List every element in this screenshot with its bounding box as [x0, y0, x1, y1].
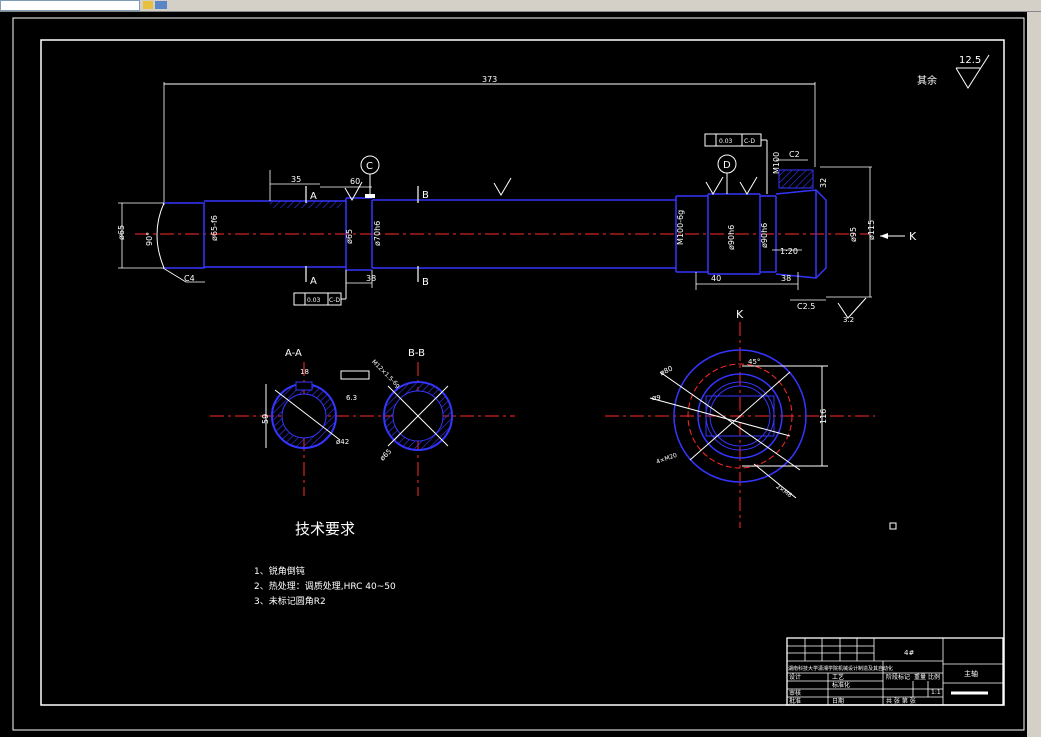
tech-item-3: 3、未标记圆角R2	[254, 595, 326, 607]
svg-text:ø65: ø65	[117, 225, 126, 240]
svg-text:比例: 比例	[928, 673, 940, 681]
general-roughness: 其余 12.5	[917, 54, 990, 89]
svg-text:日期: 日期	[832, 697, 844, 705]
layer-icon[interactable]	[155, 1, 167, 9]
svg-text:C-D: C-D	[744, 138, 755, 145]
svg-text:3.2: 3.2	[843, 316, 854, 324]
svg-text:1:20: 1:20	[780, 247, 798, 256]
svg-text:ø80: ø80	[659, 364, 674, 377]
svg-text:0.03: 0.03	[307, 297, 321, 304]
view-k: K 116 ø80 ø9 45° 4×M20 2×M8	[605, 308, 875, 528]
svg-text:D: D	[723, 160, 731, 171]
svg-text:35: 35	[291, 175, 301, 184]
svg-text:ø90h6: ø90h6	[760, 223, 769, 248]
svg-text:ø42: ø42	[336, 438, 349, 446]
svg-text:C2.5: C2.5	[797, 302, 815, 311]
svg-text:ø65: ø65	[345, 229, 354, 244]
svg-text:38: 38	[781, 274, 791, 283]
svg-text:ø90h6: ø90h6	[727, 225, 736, 250]
drawing-canvas[interactable]: 其余 12.5 373 A A B B C D 0.03 C-D 0.03 C-…	[0, 12, 1027, 737]
thread-hatch	[778, 169, 814, 189]
section-aa: A-A 59 18 ø42 6.3	[210, 348, 400, 496]
svg-text:C2: C2	[789, 150, 800, 159]
svg-text:阶段标记: 阶段标记	[886, 673, 910, 681]
inner-frame	[40, 39, 1005, 706]
svg-text:ø115: ø115	[867, 220, 876, 240]
tech-heading: 技术要求	[295, 520, 355, 538]
svg-text:审核: 审核	[789, 689, 801, 697]
svg-text:ø9: ø9	[652, 394, 661, 402]
svg-text:共 张 第 张: 共 张 第 张	[886, 697, 916, 705]
svg-text:主轴: 主轴	[964, 669, 978, 678]
svg-text:C4: C4	[184, 274, 195, 283]
svg-text:90°: 90°	[145, 232, 154, 246]
tolerance-frame-bottom: 0.03 C-D	[293, 270, 347, 306]
svg-text:M12×1.5-6g: M12×1.5-6g	[370, 358, 401, 389]
svg-text:45°: 45°	[748, 358, 760, 366]
svg-text:重量: 重量	[914, 673, 926, 681]
svg-text:4×M20: 4×M20	[655, 452, 678, 466]
roughness-note: 其余	[917, 74, 937, 87]
svg-text:工艺: 工艺	[832, 673, 844, 681]
svg-text:38: 38	[366, 274, 376, 283]
svg-text:批准: 批准	[789, 697, 801, 705]
svg-text:18: 18	[300, 368, 309, 376]
svg-text:60: 60	[350, 177, 360, 186]
svg-text:ø65: ø65	[378, 447, 393, 462]
svg-text:ø65-f6: ø65-f6	[210, 215, 219, 241]
section-bb: B-B M12×1.5-6g ø65	[360, 348, 515, 496]
svg-text:32: 32	[819, 178, 828, 188]
svg-text:2×M8: 2×M8	[774, 483, 793, 499]
svg-text:40: 40	[711, 274, 721, 283]
svg-text:B-B: B-B	[408, 348, 425, 359]
svg-text:ø70h6: ø70h6	[373, 221, 382, 246]
technical-requirements: 技术要求 1、锐角倒钝 2、热处理：调质处理,HRC 40~50 3、未标记圆角…	[254, 520, 396, 607]
toolbar-strip	[0, 0, 1041, 12]
svg-text:116: 116	[819, 409, 828, 424]
svg-text:A: A	[310, 191, 317, 202]
svg-text:4#: 4#	[904, 649, 914, 657]
datum-c: C	[360, 155, 380, 198]
svg-text:B: B	[422, 277, 429, 288]
svg-text:0.03: 0.03	[719, 138, 733, 145]
view-k-arrow: K	[880, 230, 917, 243]
svg-text:C-D: C-D	[329, 297, 340, 304]
command-input[interactable]	[0, 0, 140, 11]
svg-text:K: K	[736, 308, 744, 321]
svg-text:6.3: 6.3	[346, 394, 357, 402]
datum-d: D	[717, 154, 737, 194]
small-square-icon	[889, 522, 897, 530]
outer-frame	[12, 17, 1025, 731]
svg-text:M100-6g: M100-6g	[676, 210, 685, 245]
svg-text:373: 373	[482, 75, 497, 84]
svg-text:M100: M100	[772, 152, 781, 174]
svg-text:ø95: ø95	[849, 227, 858, 242]
svg-text:B: B	[422, 190, 429, 201]
svg-text:A-A: A-A	[285, 348, 302, 359]
vertical-scrollbar[interactable]	[1027, 12, 1041, 737]
svg-text:1:1: 1:1	[931, 689, 941, 696]
svg-text:A: A	[310, 276, 317, 287]
tech-item-2: 2、热处理：调质处理,HRC 40~50	[254, 580, 396, 592]
svg-text:标准化: 标准化	[832, 681, 850, 689]
tech-item-1: 1、锐角倒钝	[254, 565, 305, 577]
folder-icon[interactable]	[143, 1, 153, 9]
svg-text:K: K	[909, 230, 917, 243]
svg-text:C: C	[366, 161, 373, 172]
svg-text:湖南科技大学潇湘学院机械设计制造及其自动化: 湖南科技大学潇湘学院机械设计制造及其自动化	[788, 665, 893, 672]
shaft-dims: 35 60 38 40 38 ø65 90° ø65-f6 ø65 ø70h6 …	[117, 150, 876, 311]
roughness-value: 12.5	[959, 55, 981, 66]
dim-total-length: 373	[163, 75, 816, 205]
svg-text:59: 59	[261, 414, 270, 424]
svg-text:设计: 设计	[789, 673, 801, 681]
